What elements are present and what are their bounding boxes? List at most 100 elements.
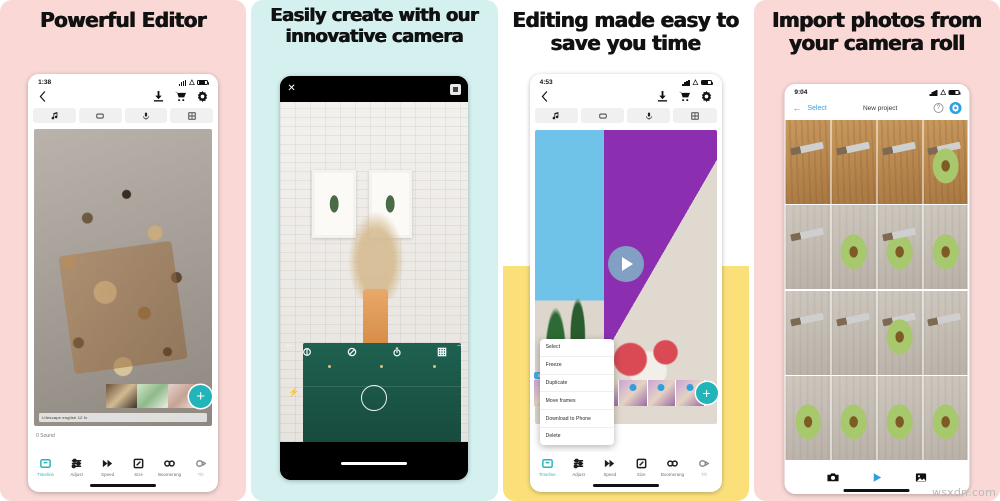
tab-timeline[interactable]: Timeline xyxy=(30,457,61,477)
add-clip-button[interactable]: + xyxy=(189,384,213,408)
status-bar: 9:04 △ xyxy=(784,84,970,98)
timeline-frame[interactable] xyxy=(619,379,648,406)
tab-adjust[interactable]: Adjust xyxy=(61,457,92,477)
shutter-button[interactable] xyxy=(361,385,388,412)
grid-icon[interactable] xyxy=(170,108,214,123)
photo-cell[interactable] xyxy=(877,120,922,204)
menu-item-delete[interactable]: Delete xyxy=(540,428,614,445)
play-button[interactable] xyxy=(607,245,644,282)
microphone-icon[interactable] xyxy=(627,108,671,123)
back-chevron-icon[interactable] xyxy=(38,91,49,102)
size-icon xyxy=(132,457,145,470)
photo-cell[interactable] xyxy=(831,120,877,204)
photo-cell[interactable] xyxy=(831,376,877,460)
tab-label: Speed xyxy=(101,472,115,477)
tab-label: Timeline xyxy=(538,472,556,477)
frame-icon[interactable] xyxy=(580,108,625,123)
music-note-icon[interactable] xyxy=(33,108,76,123)
gear-icon[interactable] xyxy=(197,91,208,102)
add-clip-button[interactable]: + xyxy=(695,381,718,404)
microphone-icon[interactable] xyxy=(124,108,168,123)
close-icon[interactable]: ✕ xyxy=(287,84,295,94)
cart-icon[interactable] xyxy=(175,91,187,102)
dresser-divider xyxy=(302,385,461,387)
focus-icon[interactable] xyxy=(302,344,312,356)
download-icon[interactable] xyxy=(153,91,164,102)
timeline-icon xyxy=(39,457,52,470)
photo-cell[interactable] xyxy=(923,290,968,375)
photo-cell[interactable] xyxy=(923,376,968,460)
adjust-icon xyxy=(572,457,585,470)
timeline-thumb[interactable] xyxy=(137,384,169,408)
back-chevron-icon[interactable] xyxy=(540,91,551,102)
status-icons: △ xyxy=(178,79,210,86)
grid-icon[interactable] xyxy=(673,108,717,123)
menu-item-duplicate[interactable]: Duplicate xyxy=(539,375,614,393)
tab-speed[interactable]: Speed xyxy=(92,457,123,477)
pampas-grass xyxy=(344,204,409,300)
promo-panel-3: Editing made easy to save you time 4:53 … xyxy=(502,0,749,501)
editor-canvas-3[interactable]: Select Freeze Duplicate Move frames Down… xyxy=(529,127,722,452)
photo-cell[interactable] xyxy=(785,205,831,290)
flash-icon[interactable]: ⚡ xyxy=(288,387,299,398)
timer-icon[interactable] xyxy=(392,344,402,357)
tab-speed[interactable]: Speed xyxy=(594,457,625,477)
cart-icon[interactable] xyxy=(678,91,690,102)
timeline-frame[interactable] xyxy=(647,379,677,406)
tab-boomerang[interactable]: Boomerang xyxy=(657,457,688,477)
vase xyxy=(363,289,388,351)
music-note-icon[interactable] xyxy=(534,108,578,123)
photo-caption: Lifescape english 12 fx xyxy=(39,413,208,422)
photo-grid[interactable] xyxy=(784,120,969,460)
photo-cell[interactable] xyxy=(831,205,877,290)
page-title: New project xyxy=(862,104,898,112)
preview-thumb-button[interactable] xyxy=(450,83,462,95)
menu-item-freeze[interactable]: Freeze xyxy=(539,357,614,375)
cutting-board xyxy=(58,240,188,374)
photo-cell[interactable] xyxy=(785,376,831,460)
select-button[interactable]: Select xyxy=(807,105,826,112)
sound-label: 0 Sound xyxy=(36,433,55,439)
tab-boomerang[interactable]: Boomerang xyxy=(154,457,185,477)
tab-adjust[interactable]: Adjust xyxy=(563,457,594,477)
play-icon[interactable] xyxy=(870,471,883,484)
timeline-strip-1[interactable]: + xyxy=(106,384,213,408)
camera-viewfinder[interactable]: ← → ⚡ xyxy=(280,102,469,442)
back-arrow-icon[interactable]: ← xyxy=(792,103,801,113)
menu-item-select[interactable]: Select xyxy=(539,339,614,357)
photo-cell[interactable] xyxy=(831,290,877,375)
download-icon[interactable] xyxy=(657,91,668,102)
tab-timeline[interactable]: Timeline xyxy=(532,457,563,477)
speed-icon xyxy=(101,457,114,470)
gear-icon[interactable] xyxy=(701,91,712,102)
editor-navbar-3 xyxy=(529,88,722,107)
promo-panel-4: Import photos from your camera roll 9:04… xyxy=(753,0,1000,501)
tab-tilt[interactable]: Tilt xyxy=(688,457,719,477)
camera-icon[interactable] xyxy=(826,471,839,484)
navbar-actions xyxy=(657,91,712,102)
photo-cell[interactable] xyxy=(923,120,968,204)
picker-navbar: ← Select New project ? xyxy=(784,98,970,120)
photo-cell[interactable] xyxy=(785,290,831,375)
gear-icon[interactable] xyxy=(949,102,962,114)
no-flash-icon[interactable] xyxy=(347,344,357,356)
photo-cell[interactable] xyxy=(877,376,922,460)
tab-size[interactable]: Size xyxy=(626,457,657,477)
help-icon[interactable]: ? xyxy=(933,103,944,113)
tab-label: Size xyxy=(134,472,143,477)
menu-item-download-to-phone[interactable]: Download to Phone xyxy=(539,410,614,428)
grid-icon[interactable] xyxy=(437,344,447,356)
photo-cell[interactable] xyxy=(785,120,831,204)
context-menu[interactable]: Select Freeze Duplicate Move frames Down… xyxy=(539,339,614,445)
frame-icon[interactable] xyxy=(78,108,122,123)
photo-cell[interactable] xyxy=(877,290,922,375)
menu-item-move-frames[interactable]: Move frames xyxy=(539,392,614,411)
photo-cell[interactable] xyxy=(877,205,922,290)
gallery-icon[interactable] xyxy=(915,471,928,484)
tab-label: Boomerang xyxy=(158,472,182,477)
editor-canvas-1[interactable]: Lifescape english 12 fx 0 Sound + xyxy=(28,127,219,452)
tab-tilt[interactable]: Tilt xyxy=(185,457,216,477)
timeline-thumb[interactable] xyxy=(106,384,138,408)
photo-cell[interactable] xyxy=(923,205,968,290)
tab-size[interactable]: Size xyxy=(123,457,154,477)
